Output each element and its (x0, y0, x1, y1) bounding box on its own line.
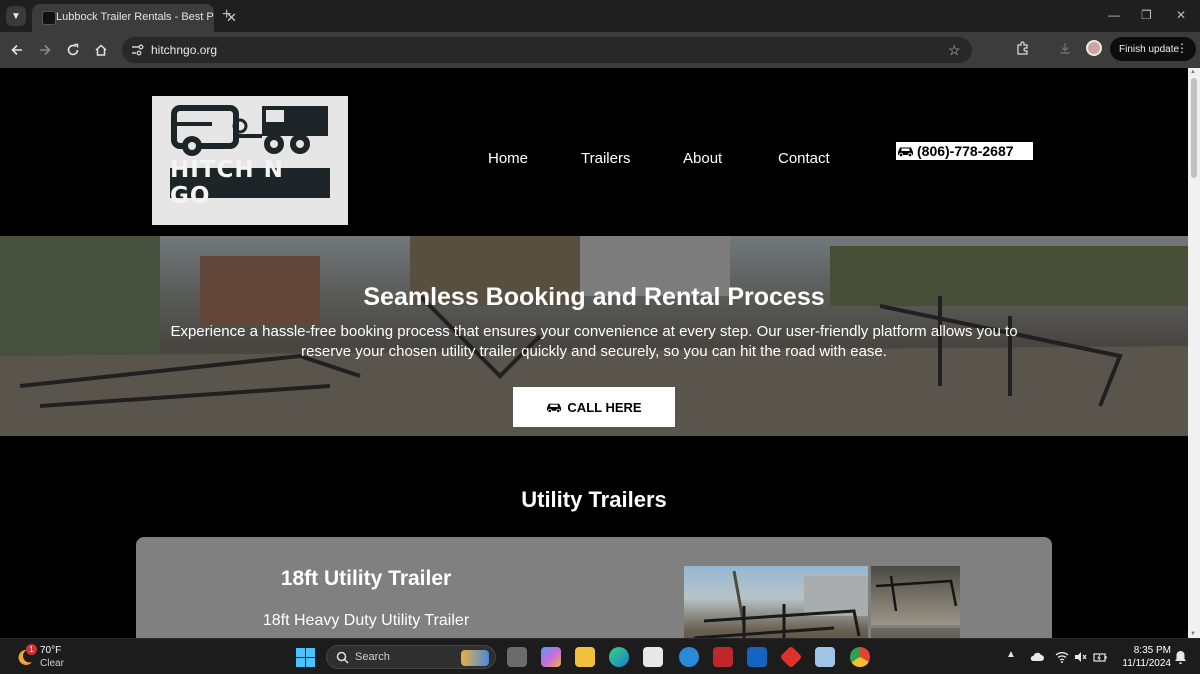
tray-overflow-icon[interactable]: ▲ (1006, 649, 1016, 660)
weather-alert-badge: 1 (26, 644, 37, 655)
taskbar-search[interactable]: Search (326, 645, 496, 669)
call-here-label: CALL HERE (567, 399, 642, 415)
scroll-thumb[interactable] (1191, 78, 1197, 178)
clock-time[interactable]: 8:35 PM (1131, 645, 1171, 656)
battery-icon[interactable] (1093, 650, 1107, 664)
clock-date[interactable]: 11/11/2024 (1115, 658, 1171, 669)
phone-number-link[interactable]: (806)-778-2687 (896, 142, 1033, 160)
finish-update-label: Finish update (1119, 43, 1180, 55)
favicon-icon (42, 11, 56, 25)
trailer-photo-main[interactable] (684, 566, 868, 638)
onedrive-cloud-icon[interactable] (1030, 650, 1044, 664)
section-title: Utility Trailers (521, 487, 667, 512)
home-icon[interactable] (92, 41, 110, 59)
phone-number-text: (806)-778-2687 (917, 143, 1014, 159)
weather-condition: Clear (40, 658, 64, 669)
nav-about[interactable]: About (683, 150, 722, 167)
trailer-image (693, 570, 868, 638)
task-view-icon[interactable] (507, 647, 527, 667)
browser-tab[interactable]: Lubbock Trailer Rentals - Best P ✕ (32, 4, 237, 32)
outlook-icon[interactable] (747, 647, 767, 667)
scroll-down-icon[interactable]: ▼ (1190, 631, 1196, 637)
nav-contact[interactable]: Contact (778, 150, 830, 167)
minimize-icon[interactable]: — (1108, 8, 1120, 22)
tab-search-button[interactable]: ▼ (6, 6, 26, 26)
nav-home[interactable]: Home (488, 150, 528, 167)
hero-description: Experience a hassle-free booking process… (170, 323, 1018, 360)
windows-start-icon[interactable] (296, 648, 315, 667)
finish-update-button[interactable]: Finish update ⋮ (1110, 37, 1196, 61)
tab-strip: ▼ Lubbock Trailer Rentals - Best P ✕ + —… (0, 0, 1200, 32)
trailer-card-title: 18ft Utility Trailer (280, 567, 452, 590)
file-explorer-icon[interactable] (575, 647, 595, 667)
call-here-button[interactable]: CALL HERE (513, 387, 675, 427)
nav-trailers[interactable]: Trailers (581, 150, 630, 167)
page-viewport: HITCH N GO Home Trailers About Contact (… (0, 68, 1200, 638)
extensions-icon[interactable] (1016, 41, 1030, 55)
taskbar: 1 70°F Clear Search ▲ 8:35 PM 11/11/2024 (0, 638, 1200, 674)
edge-icon[interactable] (609, 647, 629, 667)
mcafee-icon[interactable] (713, 647, 733, 667)
weather-temperature: 70°F (40, 645, 62, 656)
scroll-up-icon[interactable]: ▲ (1190, 69, 1196, 75)
store-icon[interactable] (643, 647, 663, 667)
trailer-photo-thumb[interactable] (871, 566, 960, 625)
car-icon (547, 403, 562, 413)
profile-avatar[interactable] (1086, 40, 1102, 56)
chevron-down-icon: ▼ (11, 10, 21, 22)
address-bar[interactable]: hitchngo.org ☆ (122, 37, 972, 63)
car-icon (898, 147, 913, 157)
hero-title: Seamless Booking and Rental Process (363, 283, 825, 311)
site-info-icon[interactable] (130, 43, 144, 57)
browser-toolbar: hitchngo.org ☆ Finish update ⋮ (0, 32, 1200, 68)
trailer-card: 18ft Utility Trailer 18ft Heavy Duty Uti… (136, 537, 1052, 638)
logo-wordmark: HITCH N GO (170, 157, 330, 209)
bookmark-star-icon[interactable]: ☆ (948, 42, 961, 58)
trailer-photo-thumb[interactable] (871, 628, 960, 638)
speaker-muted-icon[interactable] (1073, 650, 1087, 664)
restore-icon[interactable]: ❐ (1141, 8, 1152, 22)
url-text: hitchngo.org (151, 43, 218, 57)
copilot-icon[interactable] (541, 647, 561, 667)
search-highlight-icon (461, 650, 489, 666)
app-diamond-icon[interactable] (779, 645, 803, 669)
photos-icon[interactable] (815, 647, 835, 667)
page-scrollbar[interactable]: ▲ ▼ (1188, 68, 1200, 638)
tab-title: Lubbock Trailer Rentals - Best P (56, 11, 214, 23)
search-placeholder: Search (355, 651, 390, 663)
search-icon (336, 651, 349, 664)
forward-arrow-icon[interactable] (36, 41, 54, 59)
hero-banner: Seamless Booking and Rental Process Expe… (0, 236, 1188, 436)
trailer-image (875, 575, 958, 612)
close-window-icon[interactable]: ✕ (1176, 8, 1186, 22)
site-logo[interactable]: HITCH N GO (152, 96, 348, 225)
browser-menu-icon[interactable]: ⋮ (1176, 41, 1188, 55)
trailer-logo-icon (171, 105, 328, 156)
wifi-icon[interactable] (1055, 650, 1069, 664)
new-tab-button[interactable]: + (222, 6, 231, 24)
help-app-icon[interactable] (679, 647, 699, 667)
reload-icon[interactable] (64, 41, 82, 59)
chrome-icon[interactable] (850, 647, 870, 667)
download-icon[interactable] (1058, 41, 1072, 55)
trailer-card-subtitle: 18ft Heavy Duty Utility Trailer (262, 612, 470, 629)
notification-bell-icon[interactable] (1174, 650, 1187, 664)
back-arrow-icon[interactable] (8, 41, 26, 59)
